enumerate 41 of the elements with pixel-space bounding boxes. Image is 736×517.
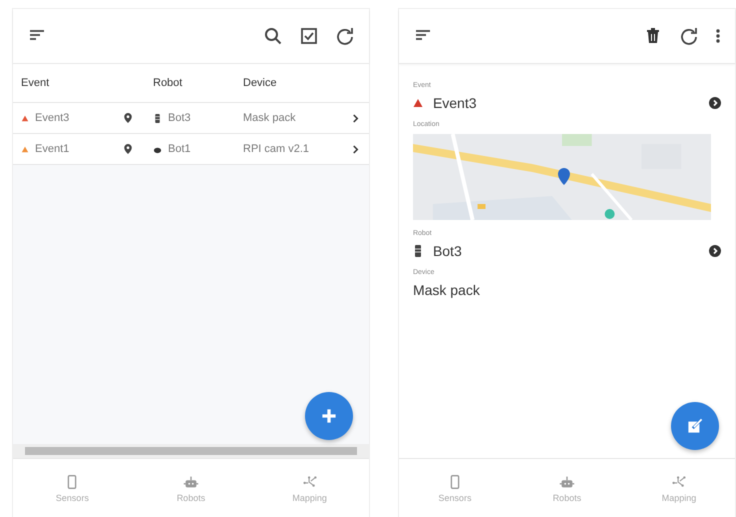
table-cell: Event1 <box>35 143 70 155</box>
nav-tab[interactable]: Sensors <box>13 459 132 517</box>
table-row[interactable]: Event3 Bot3 Mask pack <box>13 103 369 134</box>
field-value: Event3 <box>432 95 477 111</box>
nav-label: Robots <box>176 493 206 503</box>
chevron-right-icon[interactable] <box>352 114 359 122</box>
location-pin-icon[interactable] <box>123 143 133 155</box>
table-cell: Event3 <box>35 112 70 124</box>
checkbox-icon[interactable] <box>298 26 319 46</box>
refresh-icon[interactable] <box>334 26 355 46</box>
table-cell: RPI cam v2.1 <box>243 143 310 155</box>
table-cell: Mask pack <box>243 112 296 124</box>
field-value: Mask pack <box>412 282 480 298</box>
edit-button[interactable] <box>671 402 719 450</box>
add-button[interactable] <box>304 392 353 440</box>
nav-label: Robots <box>552 493 582 503</box>
nav-tab[interactable]: Robots <box>132 459 250 517</box>
canister-icon <box>153 112 162 124</box>
location-pin-icon[interactable] <box>123 112 133 124</box>
search-icon[interactable] <box>262 26 283 46</box>
field-value: Bot3 <box>432 243 462 259</box>
nav-tab[interactable]: Sensors <box>398 459 511 517</box>
column-header: Robot <box>152 77 184 89</box>
nav-label: Sensors <box>56 493 89 503</box>
column-header: Device <box>242 77 278 89</box>
nav-tab[interactable]: Mapping <box>250 459 369 517</box>
column-header: Event <box>20 77 50 89</box>
arrow-circle-icon[interactable] <box>709 245 721 257</box>
nav-tab[interactable]: Mapping <box>622 459 735 517</box>
nav-label: Mapping <box>292 493 327 503</box>
table-cell: Bot1 <box>168 143 191 155</box>
table-cell: Bot3 <box>168 112 191 124</box>
nav-label: Sensors <box>438 493 472 503</box>
arrow-circle-icon[interactable] <box>709 97 721 109</box>
table-row[interactable]: Event1 Bot1 RPI cam v2.1 <box>13 134 369 165</box>
chevron-right-icon[interactable] <box>352 144 359 154</box>
refresh-icon[interactable] <box>679 26 699 46</box>
horizontal-scrollbar[interactable] <box>13 444 369 458</box>
canister-icon <box>412 244 423 258</box>
nav-tab[interactable]: Robots <box>510 459 623 517</box>
nav-label: Mapping <box>662 493 696 503</box>
